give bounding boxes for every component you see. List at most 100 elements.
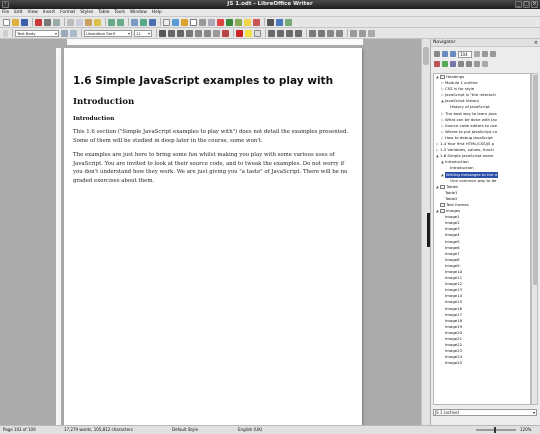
menu-tools[interactable]: Tools bbox=[114, 10, 125, 15]
menu-format[interactable]: Format bbox=[60, 10, 75, 15]
heading-levels-icon[interactable] bbox=[474, 61, 480, 67]
open-icon[interactable] bbox=[12, 18, 19, 26]
export-pdf-icon[interactable] bbox=[35, 18, 42, 26]
superscript-icon[interactable] bbox=[195, 29, 202, 37]
paragraph-dialog-icon[interactable] bbox=[368, 29, 375, 37]
zoom-slider[interactable] bbox=[476, 429, 516, 431]
paragraph-spacing-icon[interactable] bbox=[359, 29, 366, 37]
paragraph-style-select[interactable]: Text Body bbox=[15, 29, 59, 37]
update-style-icon[interactable] bbox=[61, 29, 68, 37]
bullets-icon[interactable] bbox=[309, 29, 316, 37]
spelling-icon[interactable] bbox=[140, 18, 147, 26]
insert-textbox-icon[interactable] bbox=[190, 18, 197, 26]
zoom-level[interactable]: 120% bbox=[520, 426, 531, 434]
menu-view[interactable]: View bbox=[28, 10, 38, 15]
background-color-icon[interactable] bbox=[254, 29, 261, 37]
styles-icon[interactable] bbox=[3, 29, 8, 37]
cut-icon[interactable] bbox=[67, 18, 74, 26]
header-icon[interactable] bbox=[482, 51, 488, 57]
page-style-status[interactable]: Default Style bbox=[172, 426, 198, 434]
footer-icon[interactable] bbox=[490, 51, 496, 57]
hyperlink-icon[interactable] bbox=[226, 18, 233, 26]
previous-icon[interactable] bbox=[442, 51, 448, 57]
font-color-icon[interactable] bbox=[236, 29, 243, 37]
undo-icon[interactable] bbox=[108, 18, 115, 26]
align-left-icon[interactable] bbox=[268, 29, 275, 37]
menu-styles[interactable]: Styles bbox=[80, 10, 93, 15]
font-size-select[interactable]: 12 bbox=[134, 29, 152, 37]
decrease-indent-icon[interactable] bbox=[336, 29, 343, 37]
word-count-status[interactable]: 17,279 words, 105,812 characters bbox=[64, 426, 133, 434]
align-right-icon[interactable] bbox=[286, 29, 293, 37]
zoom-slider-knob[interactable] bbox=[494, 427, 496, 433]
scrollbar-thumb[interactable] bbox=[423, 47, 429, 65]
horizontal-ruler[interactable] bbox=[67, 39, 363, 46]
vertical-ruler[interactable] bbox=[56, 48, 62, 425]
set-reminder-icon[interactable] bbox=[442, 61, 448, 67]
navigator-tree-item[interactable]: Image25 bbox=[434, 360, 530, 366]
insert-chart-icon[interactable] bbox=[181, 18, 188, 26]
navigator-scrollbar[interactable] bbox=[531, 73, 538, 405]
insert-field-icon[interactable] bbox=[208, 18, 215, 26]
document-page[interactable]: 1.6 Simple JavaScript examples to play w… bbox=[64, 48, 362, 425]
new-document-icon[interactable] bbox=[3, 18, 10, 26]
document-select[interactable]: JS 1 (active) bbox=[433, 409, 537, 416]
navigation-icon[interactable] bbox=[434, 51, 440, 57]
align-center-icon[interactable] bbox=[277, 29, 284, 37]
track-changes-icon[interactable] bbox=[253, 18, 260, 26]
clear-formatting-icon[interactable] bbox=[222, 29, 229, 37]
increase-indent-icon[interactable] bbox=[327, 29, 334, 37]
menu-help[interactable]: Help bbox=[152, 10, 162, 15]
window-menu-icon[interactable]: · bbox=[2, 1, 9, 8]
maximize-icon[interactable]: □ bbox=[523, 1, 530, 8]
drag-mode-icon[interactable] bbox=[474, 51, 480, 57]
clone-formatting-icon[interactable] bbox=[94, 18, 101, 26]
content-view-icon[interactable] bbox=[450, 61, 456, 67]
close-icon[interactable]: × bbox=[534, 39, 538, 47]
redo-icon[interactable] bbox=[117, 18, 124, 26]
numbering-icon[interactable] bbox=[318, 29, 325, 37]
basic-shapes-icon[interactable] bbox=[276, 18, 283, 26]
draw-functions-icon[interactable] bbox=[285, 18, 292, 26]
anchor-icon[interactable] bbox=[434, 61, 440, 67]
italic-icon[interactable] bbox=[168, 29, 175, 37]
shadow-icon[interactable] bbox=[213, 29, 220, 37]
strikethrough-icon[interactable] bbox=[186, 29, 193, 37]
menu-edit[interactable]: Edit bbox=[14, 10, 22, 15]
copy-icon[interactable] bbox=[76, 18, 83, 26]
formatting-marks-icon[interactable] bbox=[149, 18, 156, 26]
special-character-icon[interactable] bbox=[217, 18, 224, 26]
list-box-icon[interactable] bbox=[482, 61, 488, 67]
language-status[interactable]: English (UK) bbox=[238, 426, 262, 434]
menu-window[interactable]: Window bbox=[130, 10, 147, 15]
save-icon[interactable] bbox=[21, 18, 28, 26]
close-window-icon[interactable]: × bbox=[531, 1, 538, 8]
subscript-icon[interactable] bbox=[204, 29, 211, 37]
insert-table-icon[interactable] bbox=[163, 18, 170, 26]
footnote-icon[interactable] bbox=[235, 18, 242, 26]
insert-page-break-icon[interactable] bbox=[199, 18, 206, 26]
scrollbar-thumb[interactable] bbox=[533, 75, 537, 285]
navigator-tree[interactable]: ▲ Headings ▷ Module 1 outline ▷ CSS is for st… bbox=[433, 73, 531, 405]
paste-icon[interactable] bbox=[85, 18, 92, 26]
new-style-icon[interactable] bbox=[70, 29, 77, 37]
highlight-color-icon[interactable] bbox=[245, 29, 252, 37]
line-spacing-icon[interactable] bbox=[350, 29, 357, 37]
justify-icon[interactable] bbox=[295, 29, 302, 37]
font-name-select[interactable]: Liberation Serif bbox=[84, 29, 132, 37]
next-icon[interactable] bbox=[450, 51, 456, 57]
insert-line-icon[interactable] bbox=[267, 18, 274, 26]
print-preview-icon[interactable] bbox=[53, 18, 60, 26]
insert-image-icon[interactable] bbox=[172, 18, 179, 26]
demote-chapter-icon[interactable] bbox=[466, 61, 472, 67]
comment-icon[interactable] bbox=[244, 18, 251, 26]
print-icon[interactable] bbox=[44, 18, 51, 26]
underline-icon[interactable] bbox=[177, 29, 184, 37]
minimize-icon[interactable]: _ bbox=[515, 1, 522, 8]
bold-icon[interactable] bbox=[159, 29, 166, 37]
page-count-status[interactable]: Page 103 of 109 bbox=[3, 426, 36, 434]
menu-table[interactable]: Table bbox=[98, 10, 109, 15]
menu-insert[interactable]: Insert bbox=[43, 10, 55, 15]
promote-chapter-icon[interactable] bbox=[458, 61, 464, 67]
menu-file[interactable]: File bbox=[2, 10, 9, 15]
